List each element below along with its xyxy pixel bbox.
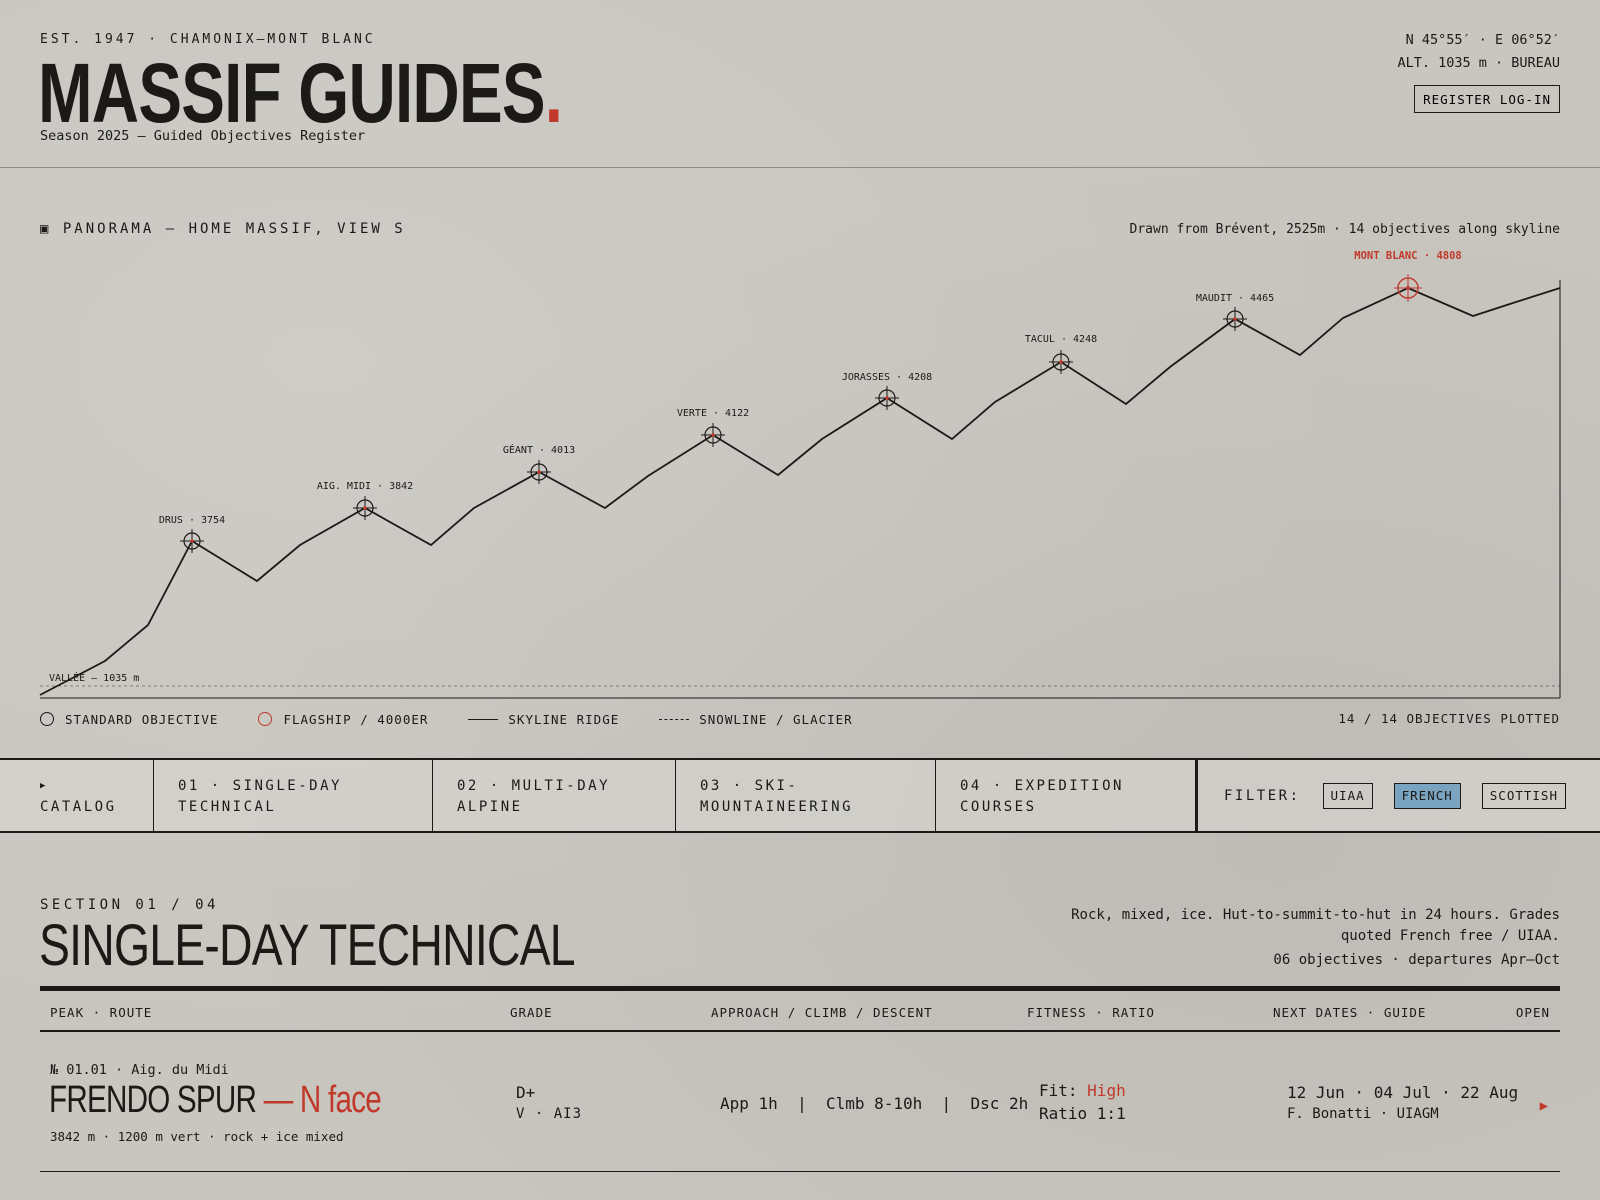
peak-marker-verte[interactable]: VERTE · 4122 bbox=[677, 408, 749, 447]
tab-label-line1: 02 · MULTI-DAY bbox=[457, 778, 611, 794]
tab-label-line2: ALPINE bbox=[457, 799, 523, 815]
tab-label-line1: 03 · SKI- bbox=[700, 778, 799, 794]
register-login-button[interactable]: REGISTER LOG-IN bbox=[1414, 85, 1560, 113]
section-divider bbox=[40, 986, 1560, 991]
tab-multi-day-alpine[interactable]: 02 · MULTI-DAY ALPINE bbox=[433, 760, 676, 831]
route-times: App 1h | Clmb 8-10h | Dsc 2h bbox=[720, 1094, 1029, 1113]
legend-flagship: FLAGSHIP / 4000ER bbox=[258, 712, 428, 727]
tab-label: CATALOG bbox=[40, 799, 117, 815]
section-count: 06 objectives · departures Apr–Oct bbox=[1273, 952, 1560, 968]
table-header: PEAK · ROUTE GRADE APPROACH / CLIMB / DE… bbox=[40, 1000, 1560, 1032]
skyline-ridge bbox=[39, 287, 1561, 696]
play-arrow-icon: ▶ bbox=[40, 781, 48, 791]
legend-skyline: SKYLINE RIDGE bbox=[468, 712, 619, 727]
peak-marker-aig-midi[interactable]: AIG. MIDI · 3842 bbox=[317, 481, 413, 520]
peak-marker-geant[interactable]: GÉANT · 4013 bbox=[503, 443, 575, 484]
next-dates: 12 Jun · 04 Jul · 22 Aug bbox=[1287, 1083, 1519, 1102]
objectives-plotted-count: 14 / 14 OBJECTIVES PLOTTED bbox=[1338, 711, 1560, 726]
col-open: OPEN bbox=[1515, 1005, 1550, 1020]
tab-label-line2: COURSES bbox=[960, 799, 1037, 815]
peak-marker-jorasses[interactable]: JORASSES · 4208 bbox=[842, 372, 932, 410]
season-subtitle: Season 2025 — Guided Objectives Register bbox=[40, 128, 366, 144]
route-name: FRENDO SPUR bbox=[49, 1079, 257, 1121]
col-dates: NEXT DATES · GUIDE bbox=[1273, 1005, 1427, 1020]
open-row-arrow-icon[interactable]: ▶ bbox=[1540, 1098, 1548, 1114]
guide-name: F. Bonatti · UIAGM bbox=[1287, 1106, 1439, 1122]
peak-marker-drus[interactable]: DRUS · 3754 bbox=[159, 515, 225, 553]
catalog-tab-bar: ▶ CATALOG 01 · SINGLE-DAY TECHNICAL 02 ·… bbox=[0, 758, 1600, 833]
fitness-label: Fit: bbox=[1039, 1081, 1088, 1100]
peak-label: GÉANT · 4013 bbox=[503, 443, 575, 456]
section-description: Rock, mixed, ice. Hut-to-summit-to-hut i… bbox=[1071, 907, 1560, 944]
route-variant: — N face bbox=[256, 1079, 382, 1121]
brand-name: MASSIF GUIDES bbox=[38, 46, 546, 140]
legend-label: STANDARD OBJECTIVE bbox=[65, 711, 219, 727]
peak-label: VERTE · 4122 bbox=[677, 408, 749, 419]
grade-french: D+ bbox=[516, 1083, 536, 1102]
table-row[interactable]: № 01.01 · Aig. du Midi FRENDO SPUR — N f… bbox=[40, 1034, 1560, 1172]
peak-marker-tacul[interactable]: TACUL · 4248 bbox=[1025, 334, 1097, 374]
panorama-chart: VALLÉE — 1035 m DRUS · 3754 AIG. MIDI · … bbox=[39, 250, 1561, 699]
peak-marker-maudit[interactable]: MAUDIT · 4465 bbox=[1196, 293, 1274, 331]
fitness-level: Fit: High bbox=[1039, 1081, 1126, 1100]
tab-catalog[interactable]: ▶ CATALOG bbox=[0, 760, 154, 831]
dashed-line-icon bbox=[659, 718, 690, 720]
tab-label-line2: MOUNTAINEERING bbox=[700, 799, 854, 815]
valley-label: VALLÉE — 1035 m bbox=[49, 671, 139, 684]
tab-expedition-courses[interactable]: 04 · EXPEDITION COURSES bbox=[936, 760, 1198, 831]
established-line: EST. 1947 · CHAMONIX–MONT BLANC bbox=[40, 32, 376, 47]
peak-label: MAUDIT · 4465 bbox=[1196, 293, 1274, 304]
tab-ski-mountaineering[interactable]: 03 · SKI- MOUNTAINEERING bbox=[676, 760, 936, 831]
filter-chip-french[interactable]: FRENCH bbox=[1393, 782, 1461, 809]
col-peak-route: PEAK · ROUTE bbox=[50, 1005, 153, 1020]
legend-standard: STANDARD OBJECTIVE bbox=[40, 712, 218, 727]
grade-uiaa: V · AI3 bbox=[516, 1106, 583, 1122]
peak-label: DRUS · 3754 bbox=[159, 515, 225, 526]
coordinates: N 45°55′ · E 06°52′ bbox=[1405, 32, 1560, 48]
filter-chip-scottish[interactable]: SCOTTISH bbox=[1481, 782, 1566, 809]
fitness-value: High bbox=[1087, 1081, 1126, 1100]
panorama-title: ▣ PANORAMA — HOME MASSIF, VIEW S bbox=[40, 221, 406, 237]
solid-line-icon bbox=[468, 718, 499, 720]
tab-label-line2: TECHNICAL bbox=[178, 799, 277, 815]
bureau-altitude: ALT. 1035 m · BUREAU bbox=[1397, 55, 1560, 71]
legend-label: SKYLINE RIDGE bbox=[508, 711, 620, 727]
peak-marker-mont-blanc[interactable]: MONT BLANC · 4808 bbox=[1354, 250, 1462, 302]
grade-filter: FILTER: UIAA FRENCH SCOTTISH bbox=[1198, 760, 1600, 831]
legend-snowline: SNOWLINE / GLACIER bbox=[659, 712, 852, 727]
route-title: FRENDO SPUR — N face bbox=[49, 1077, 382, 1123]
tab-label-line1: 04 · EXPEDITION bbox=[960, 778, 1124, 794]
standard-objective-icon bbox=[40, 712, 54, 726]
peak-label-flagship: MONT BLANC · 4808 bbox=[1354, 250, 1461, 262]
guide-ratio: Ratio 1:1 bbox=[1039, 1104, 1126, 1123]
col-times: APPROACH / CLIMB / DESCENT bbox=[711, 1005, 933, 1020]
legend-label: SNOWLINE / GLACIER bbox=[699, 711, 853, 727]
route-stats: 3842 m · 1200 m vert · rock + ice mixed bbox=[50, 1129, 344, 1144]
route-reference: № 01.01 · Aig. du Midi bbox=[50, 1062, 229, 1078]
legend-label: FLAGSHIP / 4000ER bbox=[283, 711, 429, 727]
flagship-objective-icon bbox=[258, 712, 273, 726]
site-header: EST. 1947 · CHAMONIX–MONT BLANC MASSIF G… bbox=[0, 0, 1600, 168]
col-fitness: FITNESS · RATIO bbox=[1027, 1005, 1155, 1020]
brand-logo[interactable]: MASSIF GUIDES. bbox=[38, 46, 563, 140]
filter-chip-uiaa[interactable]: UIAA bbox=[1322, 782, 1373, 809]
peak-label: TACUL · 4248 bbox=[1025, 334, 1097, 345]
col-grade: GRADE bbox=[510, 1005, 553, 1020]
tab-label-line1: 01 · SINGLE-DAY bbox=[178, 778, 342, 794]
peak-label: JORASSES · 4208 bbox=[842, 372, 932, 383]
section-kicker: SECTION 01 / 04 bbox=[40, 897, 219, 913]
filter-label: FILTER: bbox=[1224, 787, 1301, 804]
section-title: SINGLE-DAY TECHNICAL bbox=[39, 913, 576, 978]
panorama-caption: Drawn from Brévent, 2525m · 14 objective… bbox=[1129, 222, 1560, 237]
tab-single-day-technical[interactable]: 01 · SINGLE-DAY TECHNICAL bbox=[154, 760, 433, 831]
brand-dot: . bbox=[544, 46, 563, 140]
panorama-legend: STANDARD OBJECTIVE FLAGSHIP / 4000ER SKY… bbox=[40, 710, 893, 728]
peak-label: AIG. MIDI · 3842 bbox=[317, 481, 413, 492]
